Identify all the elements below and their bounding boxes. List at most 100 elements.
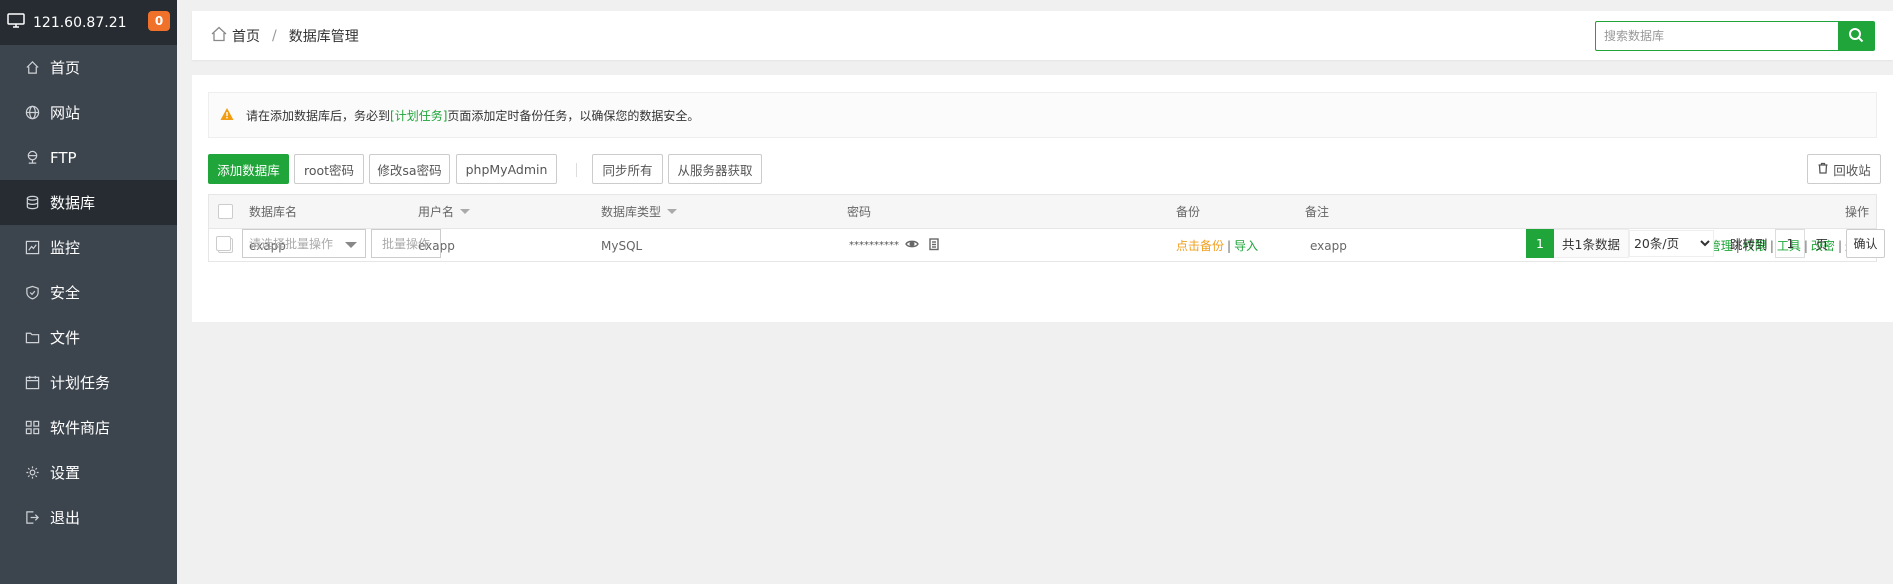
ftp-icon bbox=[24, 150, 40, 166]
sidebar-item-security[interactable]: 安全 bbox=[0, 270, 177, 315]
sidebar-item-store[interactable]: 软件商店 bbox=[0, 405, 177, 450]
batch-operation-button[interactable]: 批量操作 bbox=[371, 229, 441, 258]
chevron-down-icon bbox=[345, 242, 357, 248]
add-database-button[interactable]: 添加数据库 bbox=[208, 154, 289, 184]
pagination: 1 共1条数据 20条/页 跳转到 1 页 确认 bbox=[1526, 229, 1885, 258]
sidebar-item-label: 计划任务 bbox=[50, 374, 111, 392]
sidebar: 121.60.87.21 0 首页 网站 FTP 数据库 监控 安全 文件 计划… bbox=[0, 0, 177, 584]
gear-icon bbox=[24, 465, 40, 481]
sidebar-footer bbox=[0, 540, 177, 584]
search-button[interactable] bbox=[1837, 21, 1875, 51]
batch-select-checkbox[interactable] bbox=[216, 236, 231, 251]
eye-icon[interactable] bbox=[905, 237, 919, 254]
column-label: 备份 bbox=[1176, 205, 1201, 219]
folder-icon bbox=[24, 330, 40, 346]
notification-badge[interactable]: 0 bbox=[148, 11, 170, 31]
calendar-icon bbox=[24, 375, 40, 391]
sidebar-item-files[interactable]: 文件 bbox=[0, 315, 177, 360]
password-mask: ********** bbox=[849, 240, 899, 251]
sidebar-item-label: 文件 bbox=[50, 329, 81, 347]
sidebar-item-label: 软件商店 bbox=[50, 419, 111, 437]
alert-text: 页面添加定时备份任务，以确保您的数据安全。 bbox=[447, 108, 700, 123]
alert-message: 请在添加数据库后，务必到[计划任务]页面添加定时备份任务，以确保您的数据安全。 bbox=[246, 107, 699, 124]
recycle-bin-button[interactable]: 回收站 bbox=[1807, 154, 1881, 184]
search-input[interactable] bbox=[1595, 21, 1838, 51]
sidebar-item-ftp[interactable]: FTP bbox=[0, 135, 177, 180]
logout-icon bbox=[24, 510, 40, 526]
header-db-name: 数据库名 bbox=[249, 195, 297, 228]
sort-icon bbox=[460, 209, 471, 214]
sidebar-item-label: 首页 bbox=[50, 59, 81, 77]
sidebar-item-label: 退出 bbox=[50, 509, 81, 527]
table-header: 数据库名 用户名 数据库类型 密码 备份 备注 操作 bbox=[209, 195, 1876, 229]
sidebar-item-label: 监控 bbox=[50, 239, 81, 257]
globe-icon bbox=[24, 105, 40, 121]
column-label: 备注 bbox=[1305, 205, 1330, 219]
header-ops: 操作 bbox=[1845, 195, 1869, 228]
breadcrumb-home[interactable]: 首页 bbox=[232, 26, 260, 46]
sidebar-header: 121.60.87.21 0 bbox=[0, 0, 177, 45]
import-link[interactable]: 导入 bbox=[1234, 237, 1258, 254]
home-icon bbox=[24, 60, 40, 76]
column-label: 操作 bbox=[1844, 205, 1869, 219]
sidebar-item-settings[interactable]: 设置 bbox=[0, 450, 177, 495]
db-type: MySQL bbox=[601, 238, 643, 253]
monitor-icon bbox=[24, 240, 40, 256]
trash-icon bbox=[1817, 162, 1833, 177]
sidebar-item-monitor[interactable]: 监控 bbox=[0, 225, 177, 270]
sort-icon bbox=[667, 209, 678, 214]
cron-link[interactable]: [计划任务] bbox=[390, 109, 447, 123]
sidebar-item-label: FTP bbox=[50, 148, 77, 167]
sidebar-item-cron[interactable]: 计划任务 bbox=[0, 360, 177, 405]
header-username[interactable]: 用户名 bbox=[418, 195, 471, 228]
select-all-checkbox[interactable] bbox=[218, 204, 233, 219]
breadcrumb: 首页 / 数据库管理 bbox=[210, 25, 359, 47]
backup-link[interactable]: 点击备份 bbox=[1176, 237, 1224, 254]
shield-icon bbox=[24, 285, 40, 301]
header-backup: 备份 bbox=[1176, 195, 1200, 228]
sidebar-item-home[interactable]: 首页 bbox=[0, 45, 177, 90]
column-label: 数据库名 bbox=[249, 205, 298, 219]
sidebar-item-website[interactable]: 网站 bbox=[0, 90, 177, 135]
sidebar-item-logout[interactable]: 退出 bbox=[0, 495, 177, 540]
backup-alert: 请在添加数据库后，务必到[计划任务]页面添加定时备份任务，以确保您的数据安全。 bbox=[208, 92, 1877, 138]
db-password: ********** bbox=[849, 229, 941, 262]
root-password-button[interactable]: root密码 bbox=[294, 154, 364, 184]
backup-cell: 点击备份 | 导入 bbox=[1176, 229, 1258, 262]
page-title: 数据库管理 bbox=[288, 29, 359, 45]
header-password: 密码 bbox=[847, 195, 871, 228]
breadcrumb-separator: / bbox=[272, 28, 277, 44]
goto-confirm-button[interactable]: 确认 bbox=[1845, 229, 1885, 258]
page-size-select[interactable]: 20条/页 bbox=[1628, 230, 1714, 257]
phpmyadmin-button[interactable]: phpMyAdmin bbox=[456, 154, 557, 184]
sidebar-item-database[interactable]: 数据库 bbox=[0, 180, 177, 225]
copy-icon[interactable] bbox=[927, 237, 941, 254]
toolbar-divider bbox=[576, 163, 577, 177]
change-sa-password-button[interactable]: 修改sa密码 bbox=[369, 154, 450, 184]
header-db-type[interactable]: 数据库类型 bbox=[601, 195, 678, 228]
database-panel: 请在添加数据库后，务必到[计划任务]页面添加定时备份任务，以确保您的数据安全。 … bbox=[192, 75, 1893, 322]
home-icon[interactable] bbox=[210, 25, 228, 47]
current-page[interactable]: 1 bbox=[1526, 229, 1554, 258]
server-ip: 121.60.87.21 bbox=[33, 14, 127, 31]
goto-label: 跳转到 bbox=[1729, 237, 1768, 252]
sidebar-item-label: 安全 bbox=[50, 284, 81, 302]
recycle-bin-label: 回收站 bbox=[1833, 162, 1871, 178]
total-count: 共1条数据 bbox=[1554, 229, 1629, 258]
search-icon bbox=[1848, 27, 1864, 46]
search-box bbox=[1595, 21, 1875, 51]
column-label: 密码 bbox=[847, 205, 872, 219]
header-note: 备注 bbox=[1305, 195, 1329, 228]
monitor-icon bbox=[7, 12, 25, 33]
goto-page-input[interactable]: 1 bbox=[1775, 229, 1806, 258]
grid-icon bbox=[24, 420, 40, 436]
fetch-from-server-button[interactable]: 从服务器获取 bbox=[668, 154, 762, 184]
sidebar-item-label: 数据库 bbox=[50, 194, 96, 212]
alert-text: 请在添加数据库后，务必到 bbox=[246, 108, 391, 123]
sidebar-menu: 首页 网站 FTP 数据库 监控 安全 文件 计划任务 软件商店 设置 退出 bbox=[0, 45, 177, 540]
sidebar-item-label: 网站 bbox=[50, 104, 81, 122]
batch-operation-select[interactable]: 请选择批量操作 bbox=[242, 229, 366, 258]
sync-all-button[interactable]: 同步所有 bbox=[592, 154, 663, 184]
batch-select-placeholder: 请选择批量操作 bbox=[249, 237, 334, 251]
db-note[interactable]: exapp bbox=[1310, 229, 1347, 262]
